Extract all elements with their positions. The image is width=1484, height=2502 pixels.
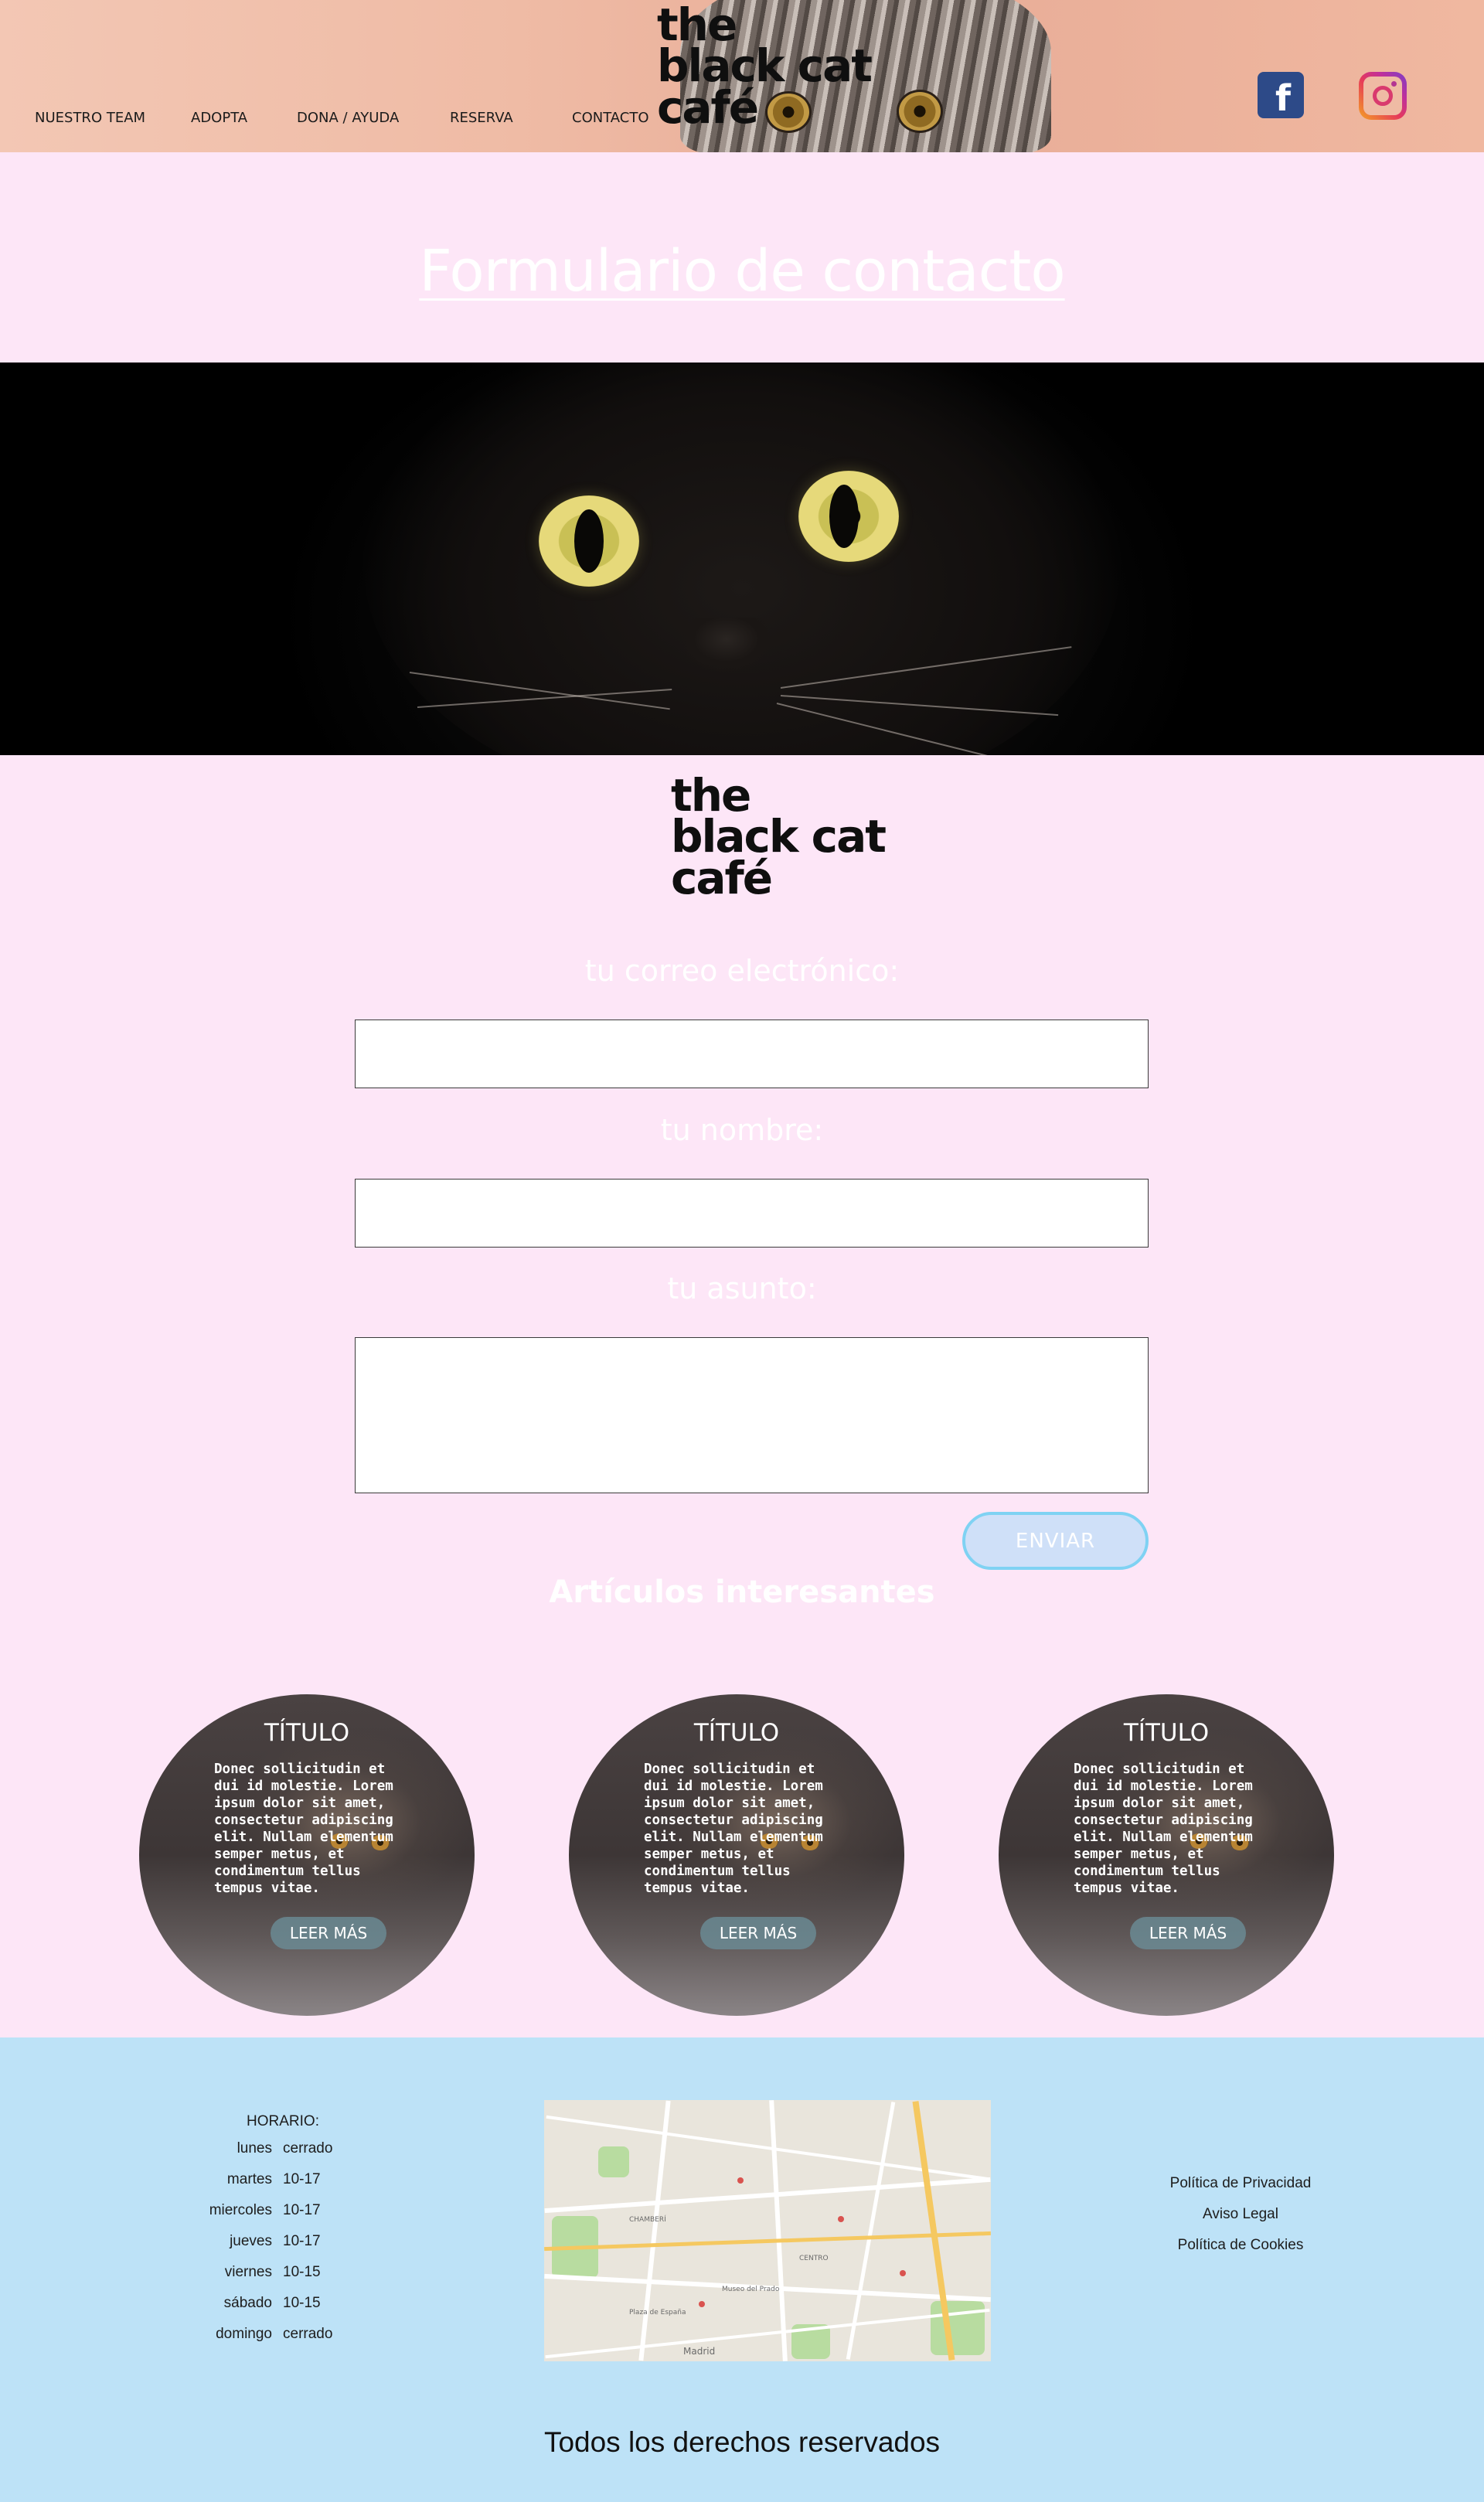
article-card[interactable]: TÍTULO Donec sollicitudin et dui id mole… <box>569 1694 904 2016</box>
read-more-button[interactable]: LEER MÁS <box>700 1917 816 1949</box>
hours-time: cerrado <box>283 2326 333 2342</box>
privacy-policy-link[interactable]: Política de Privacidad <box>1113 2175 1368 2206</box>
subject-field[interactable] <box>355 1337 1149 1493</box>
legal-notice-link[interactable]: Aviso Legal <box>1113 2206 1368 2237</box>
map-road <box>545 2308 990 2359</box>
hours-title: HORARIO: <box>247 2113 319 2129</box>
map-park <box>598 2146 629 2177</box>
logo-line: café <box>657 80 759 134</box>
article-body: Donec sollicitudin et dui id molestie. L… <box>644 1762 823 1896</box>
read-more-button[interactable]: LEER MÁS <box>271 1917 386 1949</box>
site-header: NUESTRO TEAM ADOPTA DONA / AYUDA RESERVA… <box>0 0 1484 152</box>
map-label: CHAMBERÍ <box>629 2216 666 2224</box>
hours-day: sábado <box>223 2295 272 2311</box>
map-label: Museo del Prado <box>722 2286 780 2293</box>
hours-row: domingo cerrado <box>198 2326 368 2357</box>
article-card[interactable]: TÍTULO Donec sollicitudin et dui id mole… <box>139 1694 475 2016</box>
site-footer: HORARIO: lunes cerrado martes 10-17 mierco… <box>0 2037 1484 2502</box>
map-pin <box>737 2177 744 2184</box>
map-pin <box>699 2301 705 2307</box>
main-nav: NUESTRO TEAM ADOPTA DONA / AYUDA RESERVA… <box>35 110 649 126</box>
article-title: TÍTULO <box>1123 1719 1210 1747</box>
cookie-policy-link[interactable]: Política de Cookies <box>1113 2237 1368 2268</box>
instagram-dot-icon <box>1391 81 1397 87</box>
email-field[interactable] <box>355 1020 1149 1088</box>
hours-day: domingo <box>216 2326 272 2342</box>
hours-day: miercoles <box>209 2202 272 2218</box>
hero-cat-nose <box>680 618 773 672</box>
email-label: tu correo electrónico: <box>584 954 900 988</box>
instagram-icon[interactable] <box>1359 72 1407 120</box>
header-cat-eye-right <box>897 90 943 133</box>
article-body: Donec sollicitudin et dui id molestie. L… <box>214 1762 393 1896</box>
hours-time: 10-17 <box>283 2202 321 2218</box>
hours-time: 10-17 <box>283 2233 321 2249</box>
copyright-text: Todos los derechos reservados <box>543 2426 941 2458</box>
hours-row: jueves 10-17 <box>198 2233 368 2264</box>
article-title: TÍTULO <box>693 1719 780 1747</box>
map-pin <box>900 2270 906 2276</box>
map-road <box>638 2100 671 2361</box>
name-field[interactable] <box>355 1179 1149 1248</box>
hours-time: 10-15 <box>283 2264 321 2280</box>
subject-label: tu asunto: <box>667 1271 817 1305</box>
article-body: Donec sollicitudin et dui id molestie. L… <box>1074 1762 1253 1896</box>
header-logo[interactable]: the black cat café <box>657 2 873 134</box>
page-title: Formulario de contacto <box>419 238 1065 305</box>
read-more-button[interactable]: LEER MÁS <box>1130 1917 1246 1949</box>
contact-logo: the black cat café <box>671 773 887 904</box>
hours-row: viernes 10-15 <box>198 2264 368 2295</box>
hours-day: viernes <box>224 2264 272 2280</box>
hours-day: martes <box>226 2171 272 2187</box>
article-title: TÍTULO <box>264 1719 350 1747</box>
map-road <box>769 2100 788 2361</box>
instagram-lens-icon <box>1373 86 1393 106</box>
map-label: Madrid <box>683 2346 716 2357</box>
map-pin <box>838 2216 844 2222</box>
articles-title: Artículos interesantes <box>549 1574 935 1610</box>
logo-line: café <box>671 851 773 904</box>
article-card[interactable]: TÍTULO Donec sollicitudin et dui id mole… <box>999 1694 1334 2016</box>
name-label: tu nombre: <box>660 1113 824 1147</box>
hours-row: miercoles 10-17 <box>198 2202 368 2233</box>
nav-item-nuestro-team[interactable]: NUESTRO TEAM <box>35 110 191 126</box>
nav-item-reserva[interactable]: RESERVA <box>450 110 572 126</box>
hero-cat-eye-left <box>539 495 639 587</box>
facebook-glyph: f <box>1275 77 1291 118</box>
nav-item-dona-ayuda[interactable]: DONA / AYUDA <box>297 110 450 126</box>
hours-row: martes 10-17 <box>198 2171 368 2202</box>
map-label: CENTRO <box>799 2255 829 2262</box>
map-label: Plaza de España <box>629 2309 686 2316</box>
opening-hours: HORARIO: lunes cerrado martes 10-17 mierco… <box>198 2113 368 2357</box>
hours-time: cerrado <box>283 2140 333 2156</box>
hours-row: sábado 10-15 <box>198 2295 368 2326</box>
hours-time: 10-17 <box>283 2171 321 2187</box>
send-button[interactable]: ENVIAR <box>962 1512 1149 1570</box>
hours-row: lunes cerrado <box>198 2140 368 2171</box>
legal-links: Política de Privacidad Aviso Legal Polít… <box>1113 2175 1368 2268</box>
hours-day: jueves <box>230 2233 272 2249</box>
hero-cat-head <box>363 363 1121 755</box>
facebook-icon[interactable]: f <box>1258 72 1304 118</box>
nav-item-contacto[interactable]: CONTACTO <box>572 110 649 126</box>
hero-black-cat-photo <box>0 363 1484 755</box>
hero-cat-eye-right <box>798 471 899 562</box>
hours-time: 10-15 <box>283 2295 321 2311</box>
map-main-road <box>544 2231 991 2252</box>
hours-day: lunes <box>237 2140 272 2156</box>
location-map[interactable]: CHAMBERÍ CENTRO Madrid Museo del Prado P… <box>544 2100 991 2361</box>
nav-item-adopta[interactable]: ADOPTA <box>191 110 297 126</box>
